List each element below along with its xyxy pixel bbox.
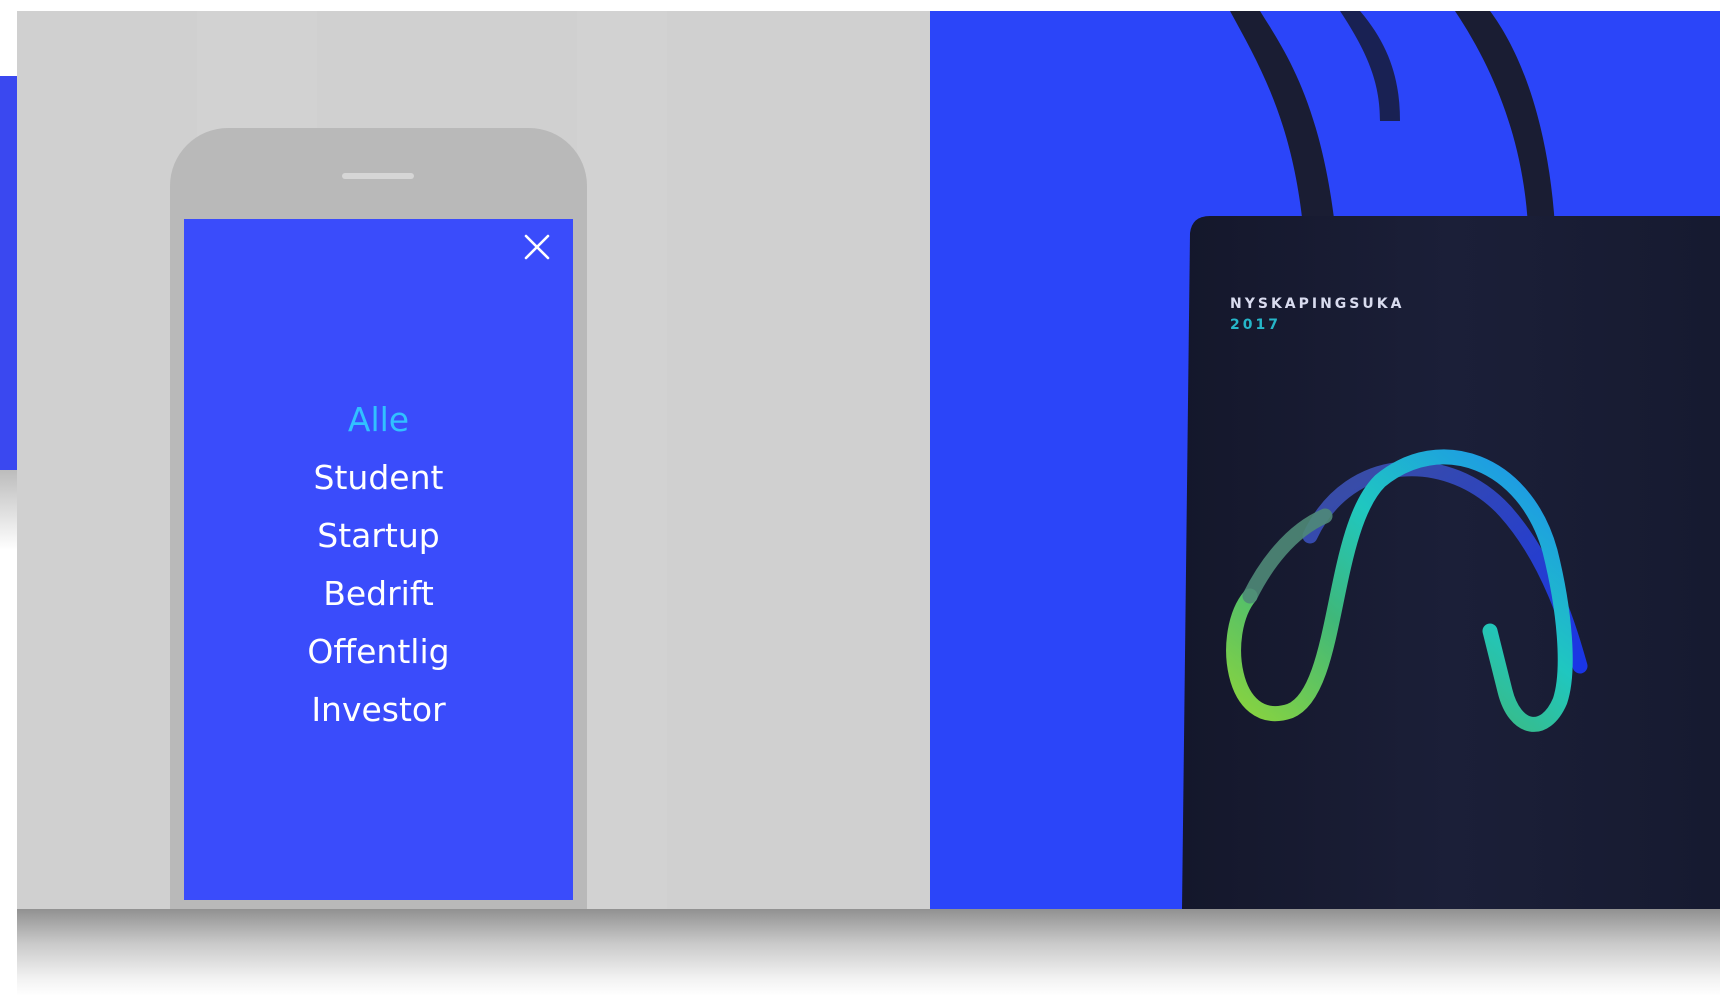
panel-drop-shadow: [17, 908, 1720, 996]
bag-brand-text: NYSKAPINGSUKA: [1230, 296, 1405, 312]
bag-brand-year: 2017: [1230, 317, 1281, 333]
menu-item-startup[interactable]: Startup: [184, 507, 573, 565]
close-icon: [524, 234, 550, 260]
bag-handle-right: [1455, 11, 1555, 226]
bag-handle-strap: [1340, 11, 1400, 121]
adjacent-slide-shadow: [0, 470, 17, 550]
menu-item-student[interactable]: Student: [184, 449, 573, 507]
menu-item-offentlig[interactable]: Offentlig: [184, 623, 573, 681]
menu-item-bedrift[interactable]: Bedrift: [184, 565, 573, 623]
tote-bag-illustration: [1182, 11, 1720, 909]
menu-item-investor[interactable]: Investor: [184, 681, 573, 739]
phone-speaker: [342, 173, 414, 179]
close-menu-button[interactable]: [519, 229, 555, 265]
phone-mockup-panel: Alle Student Startup Bedrift Offentlig I…: [17, 11, 930, 909]
tote-bag-photo: NYSKAPINGSUKA 2017: [930, 11, 1720, 909]
adjacent-slide-edge: [0, 76, 17, 476]
backdrop-stripe: [577, 11, 667, 909]
category-menu: Alle Student Startup Bedrift Offentlig I…: [184, 391, 573, 739]
phone-screen: Alle Student Startup Bedrift Offentlig I…: [184, 219, 573, 900]
bag-handle-left: [1230, 11, 1335, 226]
phone-frame: Alle Student Startup Bedrift Offentlig I…: [170, 128, 587, 909]
showcase-canvas: Alle Student Startup Bedrift Offentlig I…: [0, 0, 1720, 996]
menu-item-alle[interactable]: Alle: [184, 391, 573, 449]
